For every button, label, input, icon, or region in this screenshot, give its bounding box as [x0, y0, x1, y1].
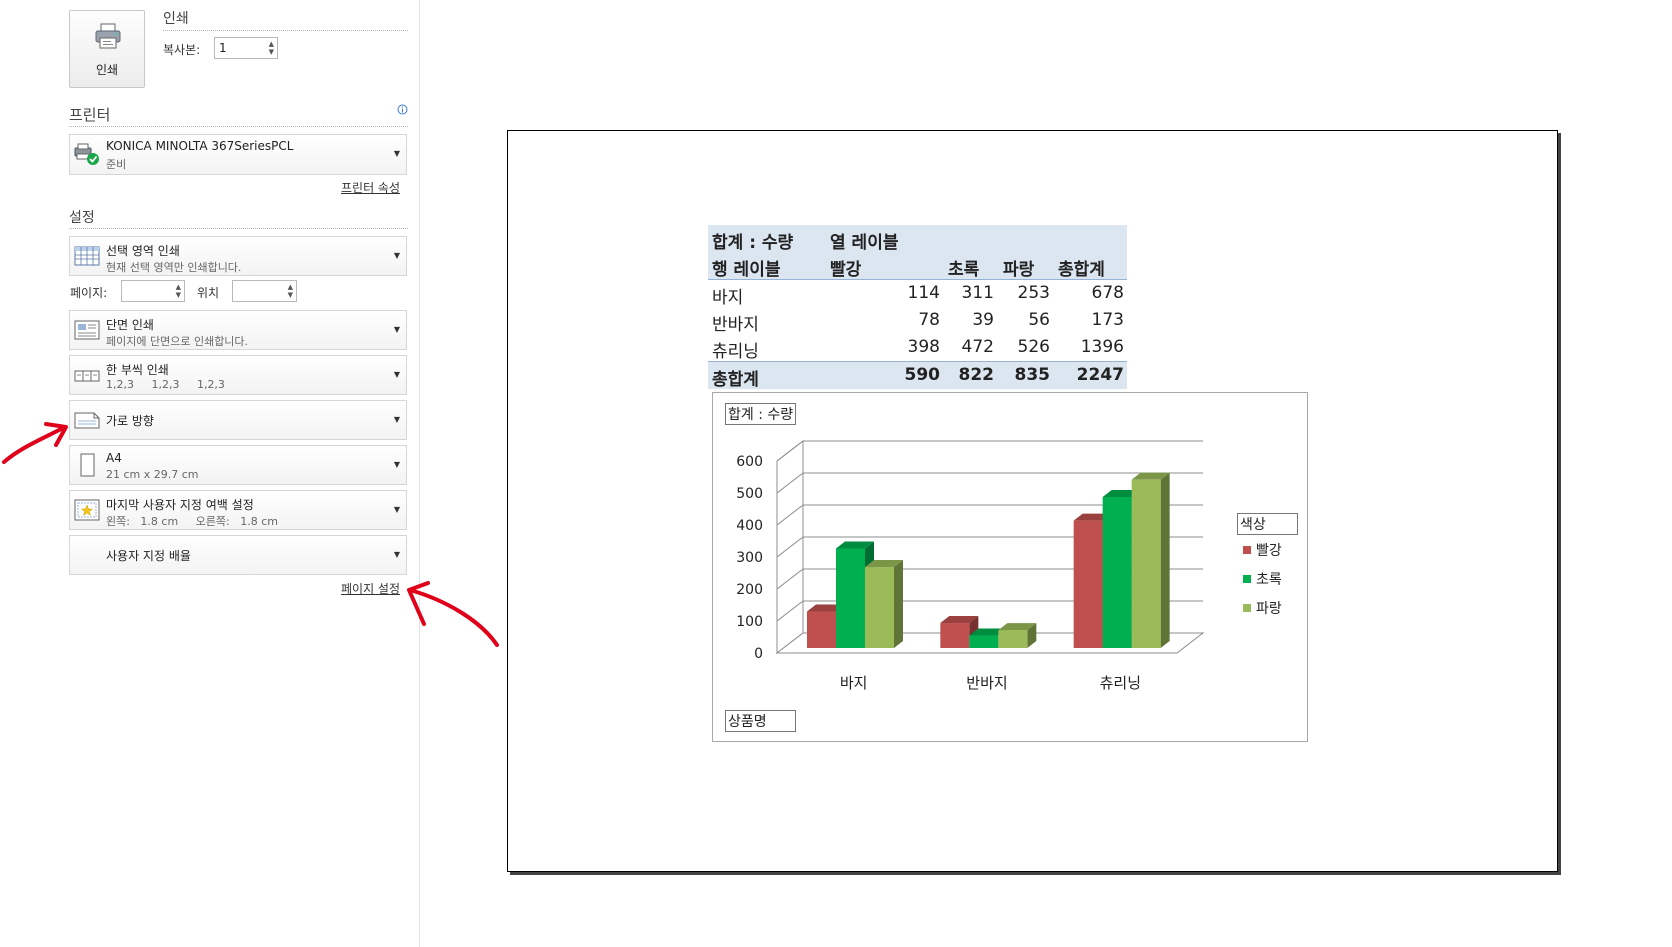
pivot-cell: 114	[907, 283, 940, 303]
pivot-row: 츄리닝 398 472 526 1396	[708, 334, 1127, 362]
pivot-values-label: 합계 : 수량	[712, 233, 794, 253]
y-tick-label: 100	[736, 614, 763, 630]
bar	[1102, 496, 1132, 648]
legend-item: 파랑	[1243, 598, 1282, 618]
y-tick-label: 0	[754, 646, 763, 662]
y-tick-label: 600	[736, 454, 763, 470]
legend-label: 빨강	[1256, 543, 1282, 559]
legend-label: 파랑	[1256, 601, 1282, 617]
pivot-row-label: 츄리닝	[712, 342, 759, 362]
legend-item: 초록	[1243, 569, 1282, 589]
bar	[865, 567, 894, 648]
axis-field-button[interactable]: 상품명	[725, 710, 796, 732]
x-tick-label: 바지	[840, 674, 868, 692]
bar	[940, 623, 970, 648]
pivot-row-label: 바지	[712, 288, 744, 308]
pivot-total-cell: 2247	[1076, 365, 1124, 385]
x-tick-label: 반바지	[966, 674, 1007, 692]
pivot-total-row: 총합계 590 822 835 2247	[708, 361, 1127, 390]
bar	[1131, 479, 1161, 648]
gridline	[776, 440, 1203, 462]
pivot-col-header: 파랑	[1003, 260, 1035, 280]
legend-swatch	[1243, 604, 1251, 612]
legend-label: 초록	[1256, 572, 1282, 588]
bar-side	[894, 560, 903, 648]
legend-item: 빨강	[1243, 540, 1282, 560]
pivot-cell: 472	[961, 337, 994, 357]
pivot-header-row: 합계 : 수량 열 레이블	[708, 225, 1127, 253]
pivot-row: 바지 114 311 253 678	[708, 280, 1127, 308]
pivot-total-cell: 835	[1014, 365, 1051, 385]
bar	[1073, 520, 1103, 648]
x-tick-label: 츄리닝	[1100, 674, 1141, 692]
pivot-cell: 398	[907, 337, 940, 357]
y-tick-label: 300	[736, 550, 763, 566]
bar	[807, 611, 836, 648]
pivot-cell: 39	[972, 310, 994, 330]
pivot-total-cell: 590	[904, 365, 941, 385]
legend-swatch	[1243, 546, 1251, 554]
pivot-column-labels: 열 레이블	[830, 233, 899, 253]
pivot-cell: 526	[1017, 337, 1050, 357]
legend-swatch	[1243, 575, 1251, 583]
bar-side	[1160, 472, 1170, 648]
pivot-row-labels: 행 레이블	[712, 260, 781, 280]
pivot-cell: 173	[1091, 310, 1124, 330]
pivot-total-label: 총합계	[712, 370, 759, 390]
pivot-table: 합계 : 수량 열 레이블 행 레이블 빨강 초록 파랑 총합계 바지 114 …	[708, 225, 1127, 390]
pivot-total-cell: 822	[958, 365, 995, 385]
pivot-cell: 78	[918, 310, 940, 330]
pivot-cell: 253	[1017, 283, 1050, 303]
y-tick-label: 400	[736, 518, 763, 534]
pivot-chart: 합계 : 수량 0 100 200 300 400 500 600 바지 반바지 츄리닝 색상 빨…	[712, 392, 1308, 742]
pivot-row: 반바지 78 39 56 173	[708, 307, 1127, 335]
pivot-cell: 311	[961, 283, 994, 303]
y-tick-label: 200	[736, 582, 763, 598]
red-arrowhead-icon	[407, 581, 430, 626]
pivot-row-label: 반바지	[712, 315, 759, 335]
pivot-col-header: 빨강	[830, 260, 862, 280]
pivot-header-row: 행 레이블 빨강 초록 파랑 총합계	[708, 252, 1127, 280]
y-tick-label: 500	[736, 486, 763, 502]
bar	[836, 548, 865, 648]
pivot-cell: 678	[1091, 283, 1124, 303]
bar	[998, 630, 1028, 648]
pivot-cell: 1396	[1080, 337, 1124, 357]
chart-plot: 0 100 200 300 400 500 600 바지 반바지 츄리닝	[736, 439, 1205, 692]
pivot-cell: 56	[1028, 310, 1050, 330]
pivot-col-header: 초록	[948, 260, 980, 280]
bar	[969, 635, 999, 648]
annotation-arrows	[2, 422, 499, 647]
legend-field-button[interactable]: 색상	[1237, 513, 1298, 535]
pivot-col-header: 총합계	[1058, 260, 1105, 280]
